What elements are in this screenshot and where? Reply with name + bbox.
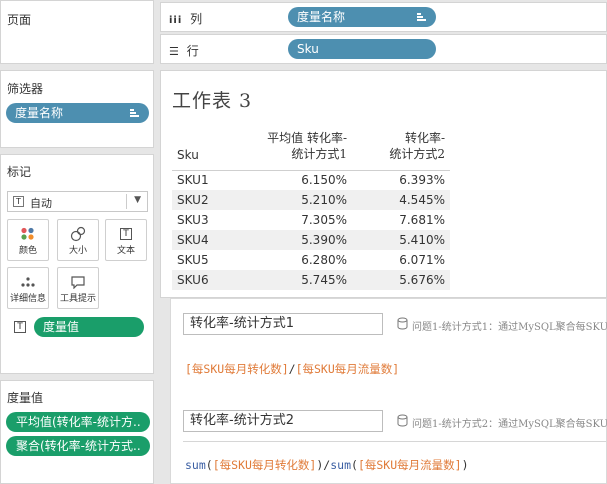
sort-list-icon: [417, 13, 426, 21]
database-icon: [397, 317, 408, 333]
header-sku: Sku: [177, 148, 199, 162]
detail-icon: [8, 274, 48, 290]
text-card[interactable]: T 文本: [105, 219, 147, 261]
mark-type-dropdown[interactable]: T 自动 ▼: [7, 191, 148, 212]
value-cell: 7.681%: [399, 213, 445, 227]
sku-cell: SKU4: [172, 230, 252, 250]
rows-pill-label: Sku: [297, 42, 319, 56]
rows-shelf-label: ☰ 行: [169, 42, 199, 59]
database-icon: [397, 414, 408, 430]
filter-list-icon: [130, 109, 139, 117]
formula-function: sum: [185, 458, 206, 472]
measure-values-panel: 度量值 平均值(转化率-统计方.. 聚合(转化率-统计方式..: [0, 380, 154, 484]
color-icon: [8, 226, 48, 242]
calc2-comment: 问题1-统计方式2：通过MySQL聚合每SKU: [412, 419, 607, 430]
rows-label-text: 行: [186, 44, 199, 58]
detail-card-label: 详细信息: [9, 294, 46, 304]
text-encoding-icon: T: [14, 321, 26, 333]
measure-value-pill-avg[interactable]: 平均值(转化率-统计方..: [6, 412, 150, 432]
value-cell: 5.745%: [252, 270, 352, 290]
formula-function: sum: [330, 458, 351, 472]
data-table: Sku 平均值 转化率- 统计方式1 转化率- 统计方式2 SKU1 6.150%…: [172, 126, 450, 290]
text-mark-icon: T: [13, 196, 24, 207]
formula-field-ref: [每SKU每月流量数]: [295, 362, 400, 376]
measure-value-pill-agg-label: 聚合(转化率-统计方式..: [16, 439, 141, 453]
columns-pill-label: 度量名称: [297, 10, 346, 24]
detail-card[interactable]: 详细信息: [7, 267, 49, 309]
calc1-comment: 问题1-统计方式1：通过MySQL聚合每SKU: [412, 322, 607, 333]
size-card-label: 大小: [68, 246, 87, 256]
mark-type-value: 自动: [30, 197, 52, 210]
chevron-down-icon: ▼: [134, 195, 141, 205]
value-cell: 6.393%: [399, 173, 445, 188]
calc-divider: [183, 441, 606, 442]
text-card-label: 文本: [116, 246, 135, 256]
sku-cell: SKU2: [172, 190, 252, 210]
calculation-editor-panel: 转化率-统计方式1 问题1-统计方式1：通过MySQL聚合每SKU [每SKU每…: [170, 298, 607, 484]
sku-cell: SKU3: [177, 213, 209, 227]
measure-value-pill-avg-label: 平均值(转化率-统计方..: [16, 415, 141, 429]
dropdown-divider: [126, 194, 127, 209]
marks-title: 标记: [7, 165, 32, 179]
sku-cell: SKU1: [177, 173, 209, 188]
sku-cell: SKU5: [177, 253, 209, 267]
calc1-formula[interactable]: [每SKU每月转化数]/[每SKU每月流量数]: [185, 361, 399, 377]
worksheet-title: 工作表 3: [172, 90, 253, 112]
filter-pill-label: 度量名称: [15, 106, 64, 120]
columns-label-text: 列: [190, 12, 203, 26]
value-cell: 5.210%: [252, 190, 352, 210]
marks-panel: 标记 T 自动 ▼ 颜色 大小 T 文本 详细信息 工具提示 T 度量值: [0, 154, 154, 374]
value-cell: 5.676%: [352, 270, 450, 290]
filters-title: 筛选器: [7, 82, 44, 96]
color-card[interactable]: 颜色: [7, 219, 49, 261]
size-icon: [58, 226, 98, 242]
table-row[interactable]: SKU1 6.150% 6.393%: [172, 170, 450, 190]
header-col2: 转化率- 统计方式2: [389, 131, 445, 161]
columns-pill-measure-names[interactable]: 度量名称: [288, 7, 436, 27]
calc2-name-field[interactable]: 转化率-统计方式2: [183, 410, 383, 432]
value-cell: 6.280%: [301, 253, 347, 267]
filter-pill-measure-names[interactable]: 度量名称: [6, 103, 149, 123]
header-col1: 平均值 转化率- 统计方式1: [267, 131, 347, 161]
table-row[interactable]: SKU3 7.305% 7.681%: [172, 210, 450, 230]
tooltip-icon: [58, 274, 98, 290]
table-row[interactable]: SKU6 5.745% 5.676%: [172, 270, 450, 290]
columns-shelf-label: iii 列: [169, 10, 202, 27]
formula-field-ref: [每SKU每月转化数]: [185, 362, 289, 376]
rows-icon: ☰: [169, 45, 179, 58]
size-card[interactable]: 大小: [57, 219, 99, 261]
calc1-name-field[interactable]: 转化率-统计方式1: [183, 313, 383, 335]
table-row[interactable]: SKU5 6.280% 6.071%: [172, 250, 450, 270]
formula-field-ref: [每SKU每月转化数]: [212, 458, 317, 472]
value-cell: 5.410%: [352, 230, 450, 250]
measure-values-pill-label: 度量值: [43, 320, 80, 334]
calc1-name-value: 转化率-统计方式1: [190, 316, 294, 331]
measure-value-pill-agg[interactable]: 聚合(转化率-统计方式..: [6, 436, 150, 456]
columns-shelf: iii 列 度量名称: [160, 2, 607, 32]
pages-panel: 页面: [0, 0, 154, 64]
rows-shelf: ☰ 行 Sku: [160, 34, 607, 64]
filters-panel: 筛选器 度量名称: [0, 70, 154, 148]
formula-operator: /: [288, 362, 296, 376]
tooltip-card[interactable]: 工具提示: [57, 267, 99, 309]
pages-title: 页面: [7, 13, 32, 27]
measure-values-pill[interactable]: 度量值: [34, 317, 144, 337]
measure-values-title: 度量值: [7, 391, 44, 405]
value-cell: 4.545%: [352, 190, 450, 210]
formula-field-ref: [每SKU每月流量数]: [357, 458, 462, 472]
value-cell: 6.071%: [399, 253, 445, 267]
tooltip-card-label: 工具提示: [59, 294, 96, 304]
value-cell: 6.150%: [301, 173, 347, 188]
value-cell: 7.305%: [301, 213, 347, 227]
sku-cell: SKU6: [172, 270, 252, 290]
color-card-label: 颜色: [18, 246, 37, 256]
value-cell: 5.390%: [252, 230, 352, 250]
calc2-formula[interactable]: sum([每SKU每月转化数])/sum([每SKU每月流量数]): [185, 457, 469, 473]
columns-icon: iii: [169, 15, 183, 26]
table-row[interactable]: SKU4 5.390% 5.410%: [172, 230, 450, 250]
text-icon: T: [106, 226, 146, 242]
calc2-name-value: 转化率-统计方式2: [190, 413, 294, 428]
table-row[interactable]: SKU2 5.210% 4.545%: [172, 190, 450, 210]
rows-pill-sku[interactable]: Sku: [288, 39, 436, 59]
